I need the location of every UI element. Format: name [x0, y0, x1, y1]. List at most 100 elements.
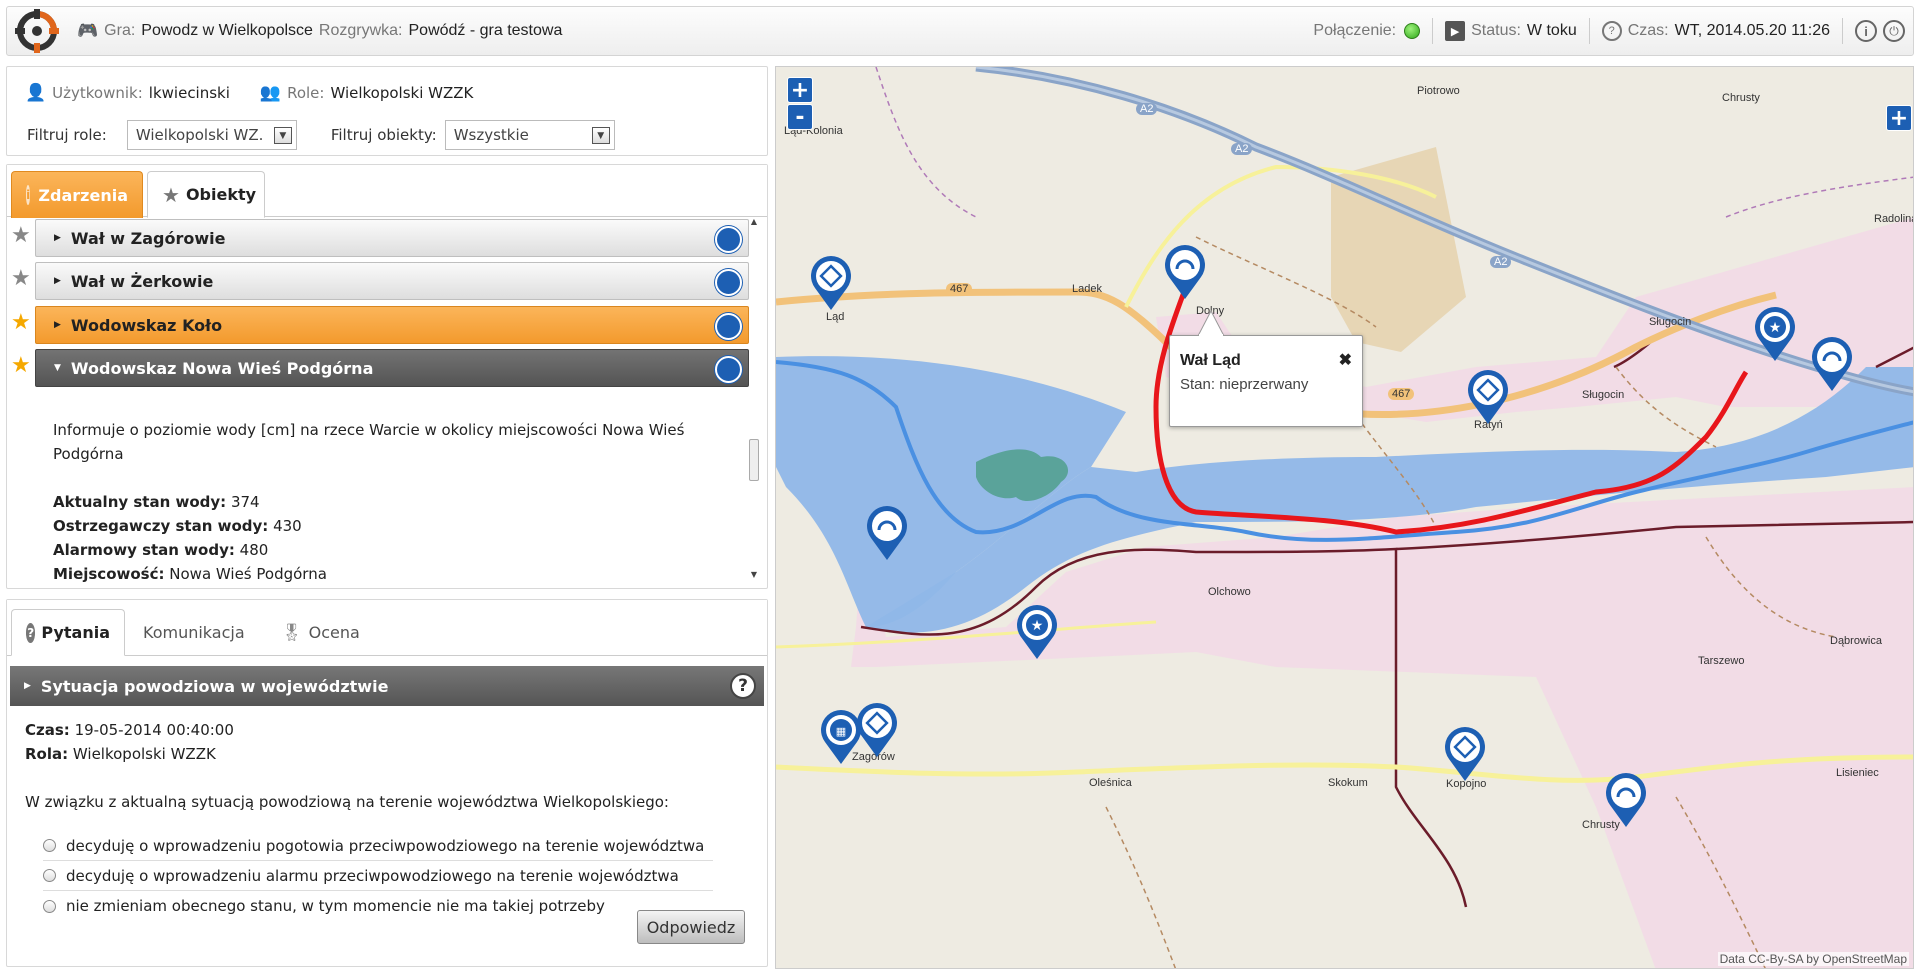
- zoom-out-button[interactable]: -: [787, 104, 813, 130]
- question-time-label: Czas:: [25, 721, 70, 739]
- map-canvas[interactable]: [776, 67, 1914, 969]
- objects-panel: i Zdarzenia ★ Obiekty ★ ▶ Wał w Zagórowi…: [6, 164, 768, 589]
- question-time-value: 19-05-2014 00:40:00: [74, 721, 234, 739]
- objects-scrollbar[interactable]: ▲ ▼: [747, 217, 761, 582]
- expand-arrow-icon: ▶: [54, 233, 61, 243]
- object-label: Wodowskaz Nowa Wieś Podgórna: [70, 358, 374, 378]
- scroll-thumb[interactable]: [749, 439, 759, 481]
- filter-line: Filtruj role: Wielkopolski WZ. ▼ Filtruj…: [27, 120, 615, 150]
- question-icon: ?: [26, 622, 36, 643]
- user-icon: 👤: [25, 83, 47, 103]
- favorite-star-icon[interactable]: ★: [11, 310, 31, 335]
- zoom-in-button[interactable]: +: [787, 77, 813, 103]
- question-role-value: Wielkopolski WZZK: [72, 745, 216, 763]
- tab-rating[interactable]: 🎖 Ocena: [267, 609, 377, 656]
- road-number: A2: [1490, 256, 1512, 268]
- radio-button[interactable]: [43, 869, 56, 882]
- radio-button[interactable]: [43, 899, 56, 913]
- answer-option[interactable]: decyduję o wprowadzeniu alarmu przeciwpo…: [43, 861, 713, 891]
- power-icon[interactable]: ⏻: [1883, 20, 1905, 42]
- map-popup: Wał Ląd Stan: nieprzerwany ✖: [1169, 335, 1363, 427]
- expand-arrow-icon: ▶: [54, 276, 61, 286]
- expand-arrow-icon: ▶: [54, 320, 61, 330]
- object-row[interactable]: ▼ Wodowskaz Nowa Wieś Podgórna: [35, 349, 749, 387]
- tab-questions[interactable]: ? Pytania: [11, 609, 125, 656]
- detail-alarm-label: Alarmowy stan wody:: [53, 541, 235, 559]
- tab-events-label: Zdarzenia: [38, 185, 128, 205]
- map-label: Dąbrowica: [1830, 635, 1882, 647]
- map-attribution[interactable]: Data CC-By-SA by OpenStreetMap: [1717, 952, 1909, 966]
- answer-button[interactable]: Odpowiedz: [637, 910, 745, 944]
- user-name: lkwiecinski: [148, 84, 230, 102]
- bottom-tabs: ? Pytania Komunikacja 🎖 Ocena: [7, 600, 767, 656]
- scroll-up-icon[interactable]: ▲: [747, 217, 761, 229]
- favorite-star-icon[interactable]: ★: [11, 223, 31, 248]
- map-label: Sługocin: [1582, 389, 1625, 401]
- question-body: Czas: 19-05-2014 00:40:00 Rola: Wielkopo…: [25, 718, 755, 814]
- info-icon[interactable]: i: [1855, 20, 1877, 42]
- game-name: Powodz w Wielkopolsce: [141, 22, 313, 39]
- detail-current-label: Aktualny stan wody:: [53, 493, 227, 511]
- filter-roles-select[interactable]: Wielkopolski WZ. ▼: [126, 120, 297, 150]
- object-detail: Informuje o poziomie wody [cm] na rzece …: [35, 394, 749, 584]
- help-icon[interactable]: ?: [730, 673, 756, 699]
- radio-button[interactable]: [43, 839, 56, 852]
- object-row[interactable]: ▶ Wał w Zagórowie: [35, 219, 749, 257]
- filter-objects-label: Filtruj obiekty:: [330, 126, 437, 144]
- favorite-star-icon[interactable]: ★: [11, 266, 31, 291]
- map-label: Ratyń: [1474, 419, 1503, 431]
- role-name: Wielkopolski WZZK: [330, 84, 474, 102]
- scroll-down-icon[interactable]: ▼: [747, 570, 761, 582]
- session-label: Rozgrywka:: [318, 22, 403, 39]
- map-label: Ląd: [826, 311, 845, 323]
- map-label: Skokum: [1328, 777, 1368, 789]
- tab-communication[interactable]: Komunikacja: [129, 609, 257, 656]
- question-role-label: Rola:: [25, 745, 69, 763]
- question-title: Sytuacja powodziowa w województwie: [40, 676, 389, 696]
- road-number: A2: [1231, 143, 1253, 155]
- detail-current: Aktualny stan wody: 374: [53, 490, 731, 514]
- tab-objects-label: Obiekty: [185, 185, 257, 204]
- question-header[interactable]: ▶ Sytuacja powodziowa w województwie ?: [10, 666, 764, 706]
- detail-alarm: Alarmowy stan wody: 480: [53, 538, 731, 562]
- award-icon: 🎖: [281, 622, 303, 643]
- object-label: Wał w Żerkowie: [70, 271, 214, 291]
- answer-option-label: decyduję o wprowadzeniu pogotowia przeci…: [66, 836, 705, 855]
- answer-option[interactable]: decyduję o wprowadzeniu pogotowia przeci…: [43, 831, 713, 861]
- chevron-down-icon[interactable]: ▼: [591, 127, 610, 144]
- map-label: Tarszewo: [1698, 655, 1745, 667]
- favorite-star-icon[interactable]: ★: [11, 353, 31, 378]
- map-label: Lisieniec: [1836, 767, 1879, 779]
- map-view[interactable]: Ląd-Kolonia Piotrowo Chrusty Radolina Lą…: [775, 66, 1914, 969]
- tab-rating-label: Ocena: [308, 623, 360, 642]
- object-row[interactable]: ▶ Wodowskaz Koło: [35, 306, 749, 344]
- top-tabs: i Zdarzenia ★ Obiekty: [7, 165, 767, 218]
- tab-objects[interactable]: ★ Obiekty: [147, 171, 265, 218]
- tab-events[interactable]: i Zdarzenia: [11, 171, 143, 218]
- map-label: Piotrowo: [1417, 85, 1460, 97]
- detail-current-value: 374: [230, 493, 260, 511]
- filter-objects-select[interactable]: Wszystkie ▼: [444, 120, 615, 150]
- answer-option-label: nie zmieniam obecnego stanu, w tym momen…: [66, 897, 605, 915]
- water-gauge-icon: [715, 313, 742, 340]
- object-label: Wodowskaz Koło: [70, 315, 223, 335]
- detail-place-value: Nowa Wieś Podgórna: [169, 565, 327, 583]
- question-text: W związku z aktualną sytuacją powodziową…: [25, 793, 669, 811]
- user-panel: 👤 Użytkownik: lkwiecinski 👥 Role: Wielko…: [6, 66, 768, 156]
- expand-arrow-icon: ▼: [54, 363, 61, 373]
- play-icon: ▶: [1445, 21, 1466, 41]
- water-gauge-icon: [715, 356, 742, 383]
- object-label: Wał w Zagórowie: [70, 228, 226, 248]
- answer-option[interactable]: nie zmieniam obecnego stanu, w tym momen…: [43, 891, 713, 921]
- object-row[interactable]: ▶ Wał w Żerkowie: [35, 262, 749, 300]
- answer-option-label: decyduję o wprowadzeniu alarmu przeciwpo…: [66, 866, 679, 885]
- map-label: Ladek: [1072, 283, 1102, 295]
- clock-icon: ?: [1601, 21, 1622, 41]
- layers-button[interactable]: +: [1886, 105, 1912, 131]
- close-icon[interactable]: ✖: [1339, 350, 1352, 370]
- connection-status-icon: [1404, 23, 1421, 39]
- levee-icon: [715, 269, 742, 296]
- chevron-down-icon[interactable]: ▼: [273, 127, 292, 144]
- map-label: Sługocin: [1649, 316, 1692, 328]
- user-info-line: 👤 Użytkownik: lkwiecinski 👥 Role: Wielko…: [25, 83, 473, 103]
